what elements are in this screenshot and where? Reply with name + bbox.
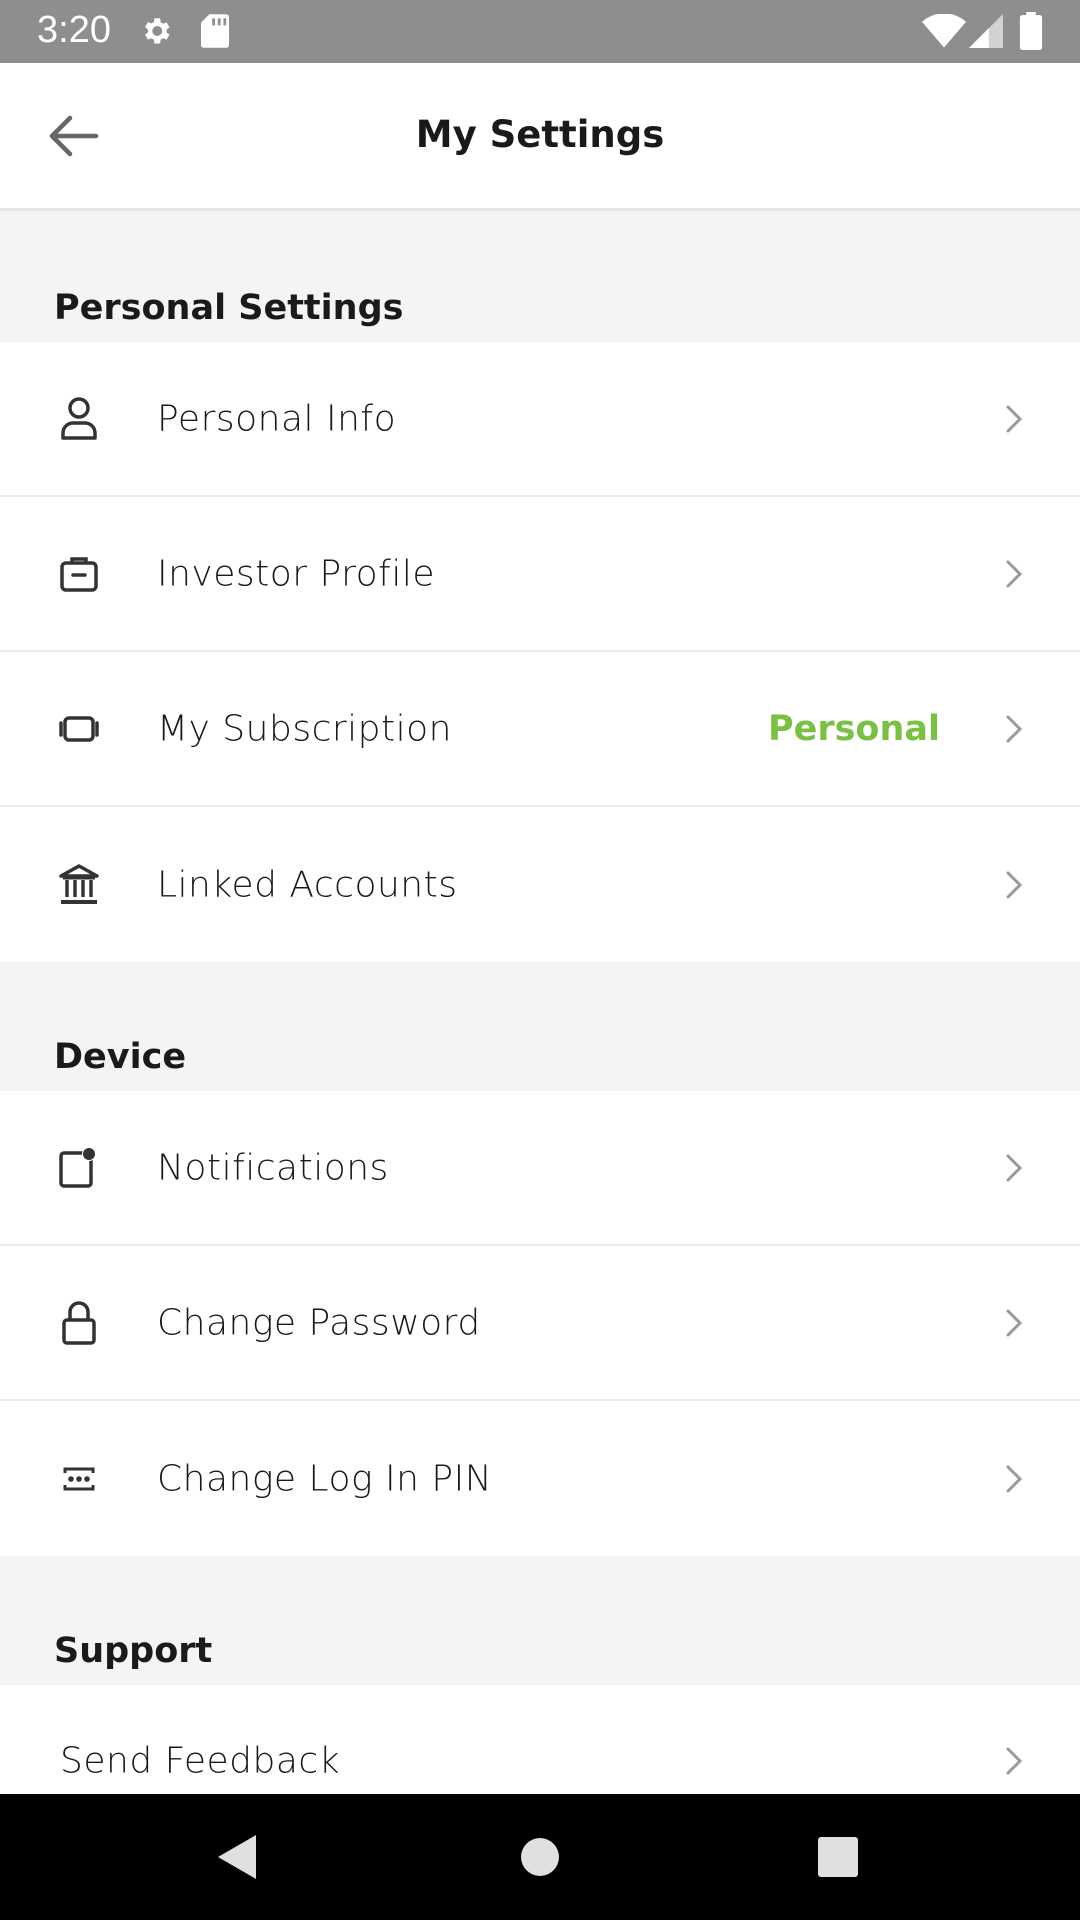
section-header-support: Support bbox=[0, 1556, 1080, 1685]
settings-row-investor-profile[interactable]: Investor Profile bbox=[0, 497, 1080, 652]
chevron-right-icon bbox=[1006, 560, 1023, 587]
subscription-value: Personal bbox=[767, 708, 940, 749]
row-label: Notifications bbox=[157, 1147, 389, 1188]
row-label: Linked Accounts bbox=[157, 864, 458, 905]
back-triangle-icon[interactable] bbox=[216, 1833, 260, 1881]
row-label: Send Feedback bbox=[60, 1740, 341, 1782]
signal-icon bbox=[969, 14, 1003, 48]
home-circle-icon[interactable] bbox=[519, 1836, 561, 1878]
settings-row-notifications[interactable]: Notifications bbox=[0, 1091, 1080, 1246]
battery-icon bbox=[1019, 12, 1043, 50]
settings-row-linked-accounts[interactable]: Linked Accounts bbox=[0, 807, 1080, 962]
briefcase-icon bbox=[58, 550, 100, 598]
chevron-right-icon bbox=[1006, 715, 1023, 742]
person-icon bbox=[58, 395, 100, 443]
recents-square-icon[interactable] bbox=[817, 1836, 859, 1878]
settings-row-send-feedback[interactable]: Send Feedback bbox=[0, 1685, 1080, 1794]
row-label: Personal Info bbox=[157, 398, 397, 439]
row-label: Change Password bbox=[157, 1302, 481, 1343]
system-nav-bar bbox=[0, 1794, 1080, 1920]
section-header-personal: Personal Settings bbox=[0, 214, 1080, 342]
section-title-support: Support bbox=[54, 1631, 213, 1671]
chevron-right-icon bbox=[1006, 405, 1023, 432]
settings-row-my-subscription[interactable]: My Subscription Personal bbox=[0, 652, 1080, 807]
page-title: My Settings bbox=[415, 113, 665, 156]
app-bar: My Settings bbox=[0, 63, 1080, 211]
row-label: Investor Profile bbox=[157, 553, 435, 594]
bank-icon bbox=[58, 861, 100, 909]
sd-card-icon bbox=[201, 14, 229, 48]
row-label: My Subscription bbox=[157, 708, 452, 749]
chevron-right-icon bbox=[1006, 1747, 1023, 1775]
settings-row-personal-info[interactable]: Personal Info bbox=[0, 342, 1080, 497]
section-title-personal: Personal Settings bbox=[54, 288, 404, 328]
subscription-icon bbox=[58, 705, 100, 753]
chevron-right-icon bbox=[1006, 1309, 1023, 1336]
chevron-right-icon bbox=[1006, 871, 1023, 898]
lock-icon bbox=[58, 1299, 100, 1347]
status-time: 3:20 bbox=[37, 9, 111, 51]
chevron-right-icon bbox=[1006, 1154, 1023, 1181]
row-label: Change Log In PIN bbox=[157, 1458, 493, 1499]
notification-icon bbox=[58, 1144, 100, 1192]
pin-icon bbox=[58, 1455, 100, 1503]
settings-row-change-password[interactable]: Change Password bbox=[0, 1246, 1080, 1401]
settings-icon bbox=[145, 18, 170, 44]
settings-row-change-pin[interactable]: Change Log In PIN bbox=[0, 1401, 1080, 1556]
chevron-right-icon bbox=[1006, 1465, 1023, 1492]
status-bar: 3:20 bbox=[0, 0, 1080, 63]
section-header-device: Device bbox=[0, 962, 1080, 1091]
wifi-icon bbox=[922, 14, 966, 48]
section-title-device: Device bbox=[54, 1037, 187, 1077]
